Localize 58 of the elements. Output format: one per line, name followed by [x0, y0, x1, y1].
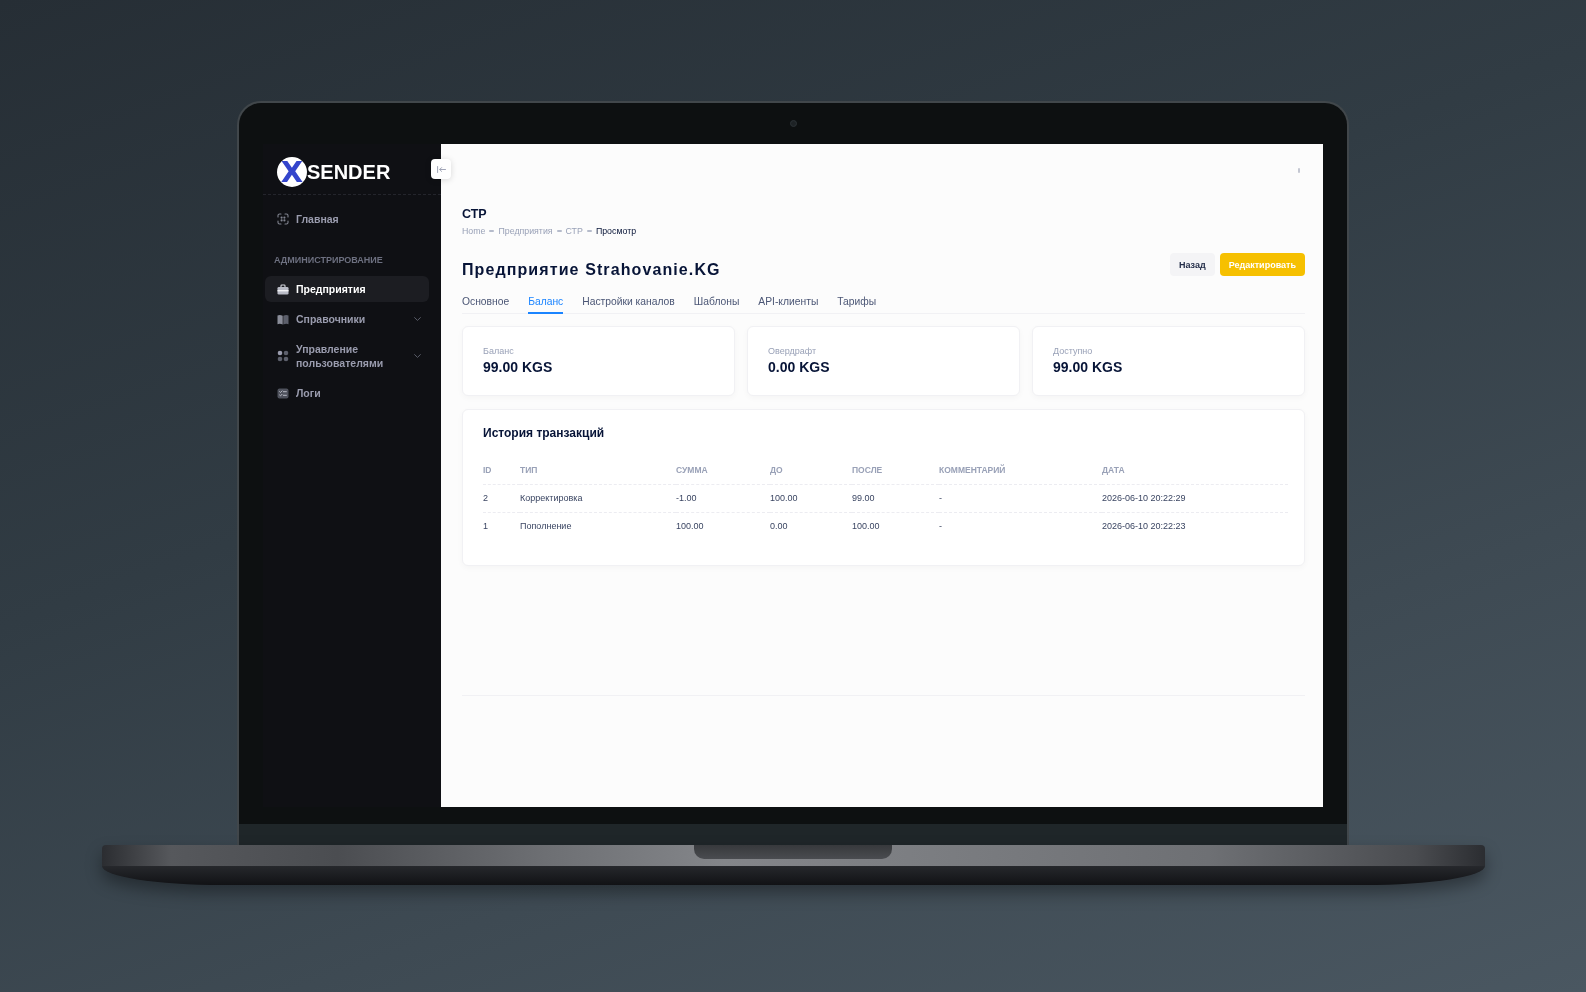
column-header: ТИП	[520, 457, 676, 485]
tab[interactable]: Основное	[462, 295, 510, 314]
stat-value: 99.00 KGS	[483, 359, 554, 376]
stat-value: 0.00 KGS	[768, 359, 831, 376]
table-cell: 2026-06-10 20:22:23	[1102, 512, 1288, 540]
sidebar-item[interactable]: Главная	[265, 206, 429, 232]
table-cell: -	[939, 512, 1102, 540]
sidebar-item[interactable]: Управление пользователями	[265, 336, 429, 376]
table-cell: 100.00	[852, 512, 939, 540]
sidebar-item[interactable]: Справочники	[265, 306, 429, 332]
back-button[interactable]: Назад	[1170, 253, 1215, 276]
stat-value: 99.00 KGS	[1053, 359, 1124, 376]
stat-label: Овердрафт	[768, 346, 818, 356]
frame-dots-icon	[277, 213, 289, 225]
table-cell: 99.00	[852, 484, 939, 513]
tab[interactable]: Тарифы	[837, 295, 877, 314]
collapse-arrow-icon	[436, 165, 446, 173]
table-cell: Корректировка	[520, 484, 676, 513]
table-cell: 0.00	[770, 512, 852, 540]
table-cell: 1	[483, 512, 520, 540]
dash-icon	[586, 230, 592, 232]
column-header: КОММЕНТАРИЙ	[939, 457, 1102, 485]
tab[interactable]: Баланс	[528, 295, 564, 314]
column-header: ID	[483, 457, 520, 485]
table-cell: 2026-06-10 20:22:29	[1102, 484, 1288, 513]
logo-text: SENDER	[307, 160, 391, 184]
tab[interactable]: Настройки каналов	[582, 295, 675, 314]
section-title: АДМИНИСТРИРОВАНИЕ	[273, 254, 384, 266]
card-title: История транзакций	[483, 426, 606, 440]
checklist-icon	[277, 387, 289, 399]
column-header: ДО	[770, 457, 852, 485]
camera-icon	[789, 120, 797, 127]
table-cell: 2	[483, 484, 520, 513]
dash-icon	[489, 230, 495, 232]
stat-label: Доступно	[1053, 346, 1094, 356]
briefcase-icon	[277, 283, 289, 295]
book-icon	[277, 313, 289, 325]
dots-grid-icon	[277, 350, 289, 362]
tab[interactable]: Шаблоны	[693, 295, 740, 314]
tab[interactable]: API-клиенты	[758, 295, 819, 314]
column-header: СУММА	[676, 457, 770, 485]
dash-icon	[556, 230, 562, 232]
breadcrumb-current: Просмотр	[595, 226, 637, 236]
page-title: СТР	[462, 207, 488, 221]
logo-mark: X	[277, 157, 307, 187]
table-cell: -	[939, 484, 1102, 513]
tick-icon	[1298, 167, 1300, 173]
sidebar-item[interactable]: Логи	[265, 380, 429, 406]
sidebar-toggle-button[interactable]	[431, 159, 451, 179]
column-header: ДАТА	[1102, 457, 1288, 485]
sidebar-item[interactable]: Предприятия	[265, 276, 429, 302]
stat-label: Баланс	[483, 346, 515, 356]
column-header: ПОСЛЕ	[852, 457, 939, 485]
table-cell: -1.00	[676, 484, 770, 513]
page-heading: Предприятие Strahovanie.KG	[462, 260, 721, 280]
table-cell: Пополнение	[520, 512, 676, 540]
table-cell: 100.00	[770, 484, 852, 513]
table-cell: 100.00	[676, 512, 770, 540]
